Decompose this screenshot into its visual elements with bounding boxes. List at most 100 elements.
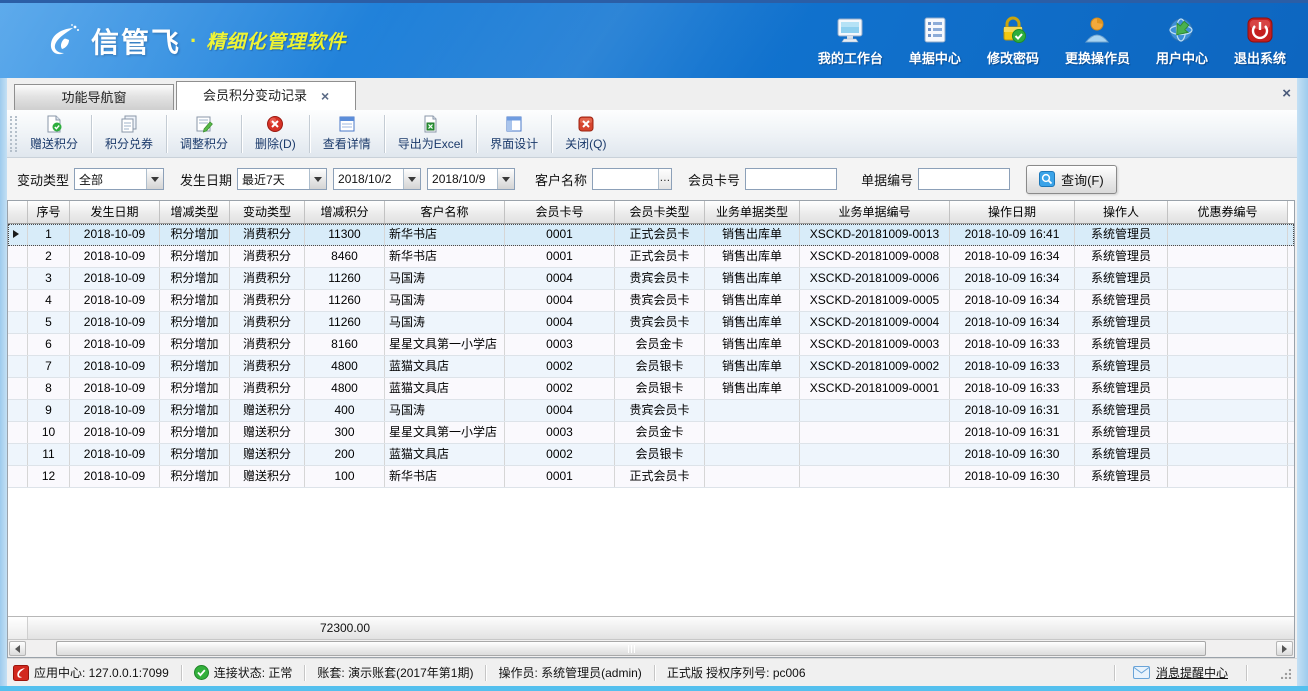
table-cell[interactable]: 消费积分 [230,312,305,333]
table-cell[interactable]: 2018-10-09 [70,268,160,289]
table-cell[interactable]: 2018-10-09 [70,400,160,421]
table-cell[interactable]: 系统管理员 [1075,400,1168,421]
table-cell[interactable]: 积分增加 [160,246,230,267]
date-to-select[interactable]: 2018/10/9 [427,168,515,190]
table-cell[interactable] [1168,224,1288,245]
table-cell[interactable]: 11260 [305,268,385,289]
table-cell[interactable]: XSCKD-20181009-0008 [800,246,950,267]
table-cell[interactable]: 0003 [505,422,615,443]
table-cell[interactable]: 系统管理员 [1075,466,1168,487]
table-cell[interactable]: 系统管理员 [1075,290,1168,311]
table-row[interactable]: 122018-10-09积分增加赠送积分100新华书店0001正式会员卡2018… [8,466,1294,488]
table-cell[interactable]: 会员银卡 [615,356,705,377]
points-voucher-button[interactable]: 积分兑券 [92,112,166,156]
table-cell[interactable]: 销售出库单 [705,246,800,267]
table-cell[interactable]: 0002 [505,444,615,465]
message-center-link[interactable]: 消息提醒中心 [1156,664,1228,681]
row-selector-cell[interactable] [8,312,28,333]
table-cell[interactable]: 消费积分 [230,246,305,267]
table-cell[interactable]: 系统管理员 [1075,312,1168,333]
column-header[interactable]: 操作人 [1075,201,1168,223]
table-cell[interactable]: 2 [28,246,70,267]
view-details-button[interactable]: 查看详情 [310,112,384,156]
scroll-left-arrow-icon[interactable] [9,641,26,656]
table-cell[interactable]: 2018-10-09 [70,422,160,443]
table-cell[interactable]: XSCKD-20181009-0005 [800,290,950,311]
table-cell[interactable]: 2018-10-09 [70,224,160,245]
table-cell[interactable]: 系统管理员 [1075,246,1168,267]
table-row[interactable]: 12018-10-09积分增加消费积分11300新华书店0001正式会员卡销售出… [8,224,1294,246]
table-cell[interactable]: 5 [28,312,70,333]
table-cell[interactable]: 积分增加 [160,224,230,245]
ui-design-button[interactable]: 界面设计 [477,112,551,156]
table-cell[interactable]: 马国涛 [385,290,505,311]
table-cell[interactable]: 2018-10-09 16:31 [950,422,1075,443]
row-selector-cell[interactable] [8,400,28,421]
table-cell[interactable] [800,400,950,421]
table-cell[interactable]: 8160 [305,334,385,355]
table-cell[interactable] [800,466,950,487]
table-cell[interactable] [1168,400,1288,421]
row-selector-cell[interactable] [8,422,28,443]
column-header[interactable]: 变动类型 [230,201,305,223]
table-cell[interactable] [1168,378,1288,399]
table-cell[interactable]: XSCKD-20181009-0002 [800,356,950,377]
row-selector-cell[interactable] [8,268,28,289]
card-no-input[interactable] [746,170,836,188]
table-cell[interactable]: 12 [28,466,70,487]
table-cell[interactable]: 系统管理员 [1075,444,1168,465]
table-row[interactable]: 72018-10-09积分增加消费积分4800蓝猫文具店0002会员银卡销售出库… [8,356,1294,378]
table-cell[interactable]: 2018-10-09 16:30 [950,444,1075,465]
change-type-select[interactable]: 全部 [74,168,164,190]
resize-grip-icon[interactable] [1279,667,1291,679]
tabstrip-close-icon[interactable]: × [1282,85,1291,102]
table-cell[interactable]: 2018-10-09 16:34 [950,246,1075,267]
chevron-down-icon[interactable] [497,169,514,189]
table-cell[interactable]: 销售出库单 [705,312,800,333]
table-cell[interactable]: 正式会员卡 [615,224,705,245]
table-cell[interactable]: 积分增加 [160,400,230,421]
table-cell[interactable]: 2018-10-09 [70,444,160,465]
table-cell[interactable]: 消费积分 [230,334,305,355]
table-cell[interactable]: 积分增加 [160,312,230,333]
chevron-down-icon[interactable] [146,169,163,189]
chevron-down-icon[interactable] [309,169,326,189]
customer-browse-button[interactable]: … [658,169,671,189]
column-header[interactable]: 会员卡号 [505,201,615,223]
table-cell[interactable]: 系统管理员 [1075,378,1168,399]
tab-member-points-record[interactable]: 会员积分变动记录 × [176,81,356,110]
table-row[interactable]: 112018-10-09积分增加赠送积分200蓝猫文具店0002会员银卡2018… [8,444,1294,466]
table-cell[interactable]: 0004 [505,400,615,421]
table-cell[interactable]: 11260 [305,290,385,311]
table-cell[interactable]: 11300 [305,224,385,245]
table-cell[interactable]: 2018-10-09 [70,334,160,355]
query-button[interactable]: 查询(F) [1026,165,1117,194]
table-cell[interactable]: 销售出库单 [705,334,800,355]
table-cell[interactable]: 1 [28,224,70,245]
table-cell[interactable]: 2018-10-09 16:41 [950,224,1075,245]
table-cell[interactable] [705,444,800,465]
row-selector-cell[interactable] [8,444,28,465]
column-header[interactable]: 增减类型 [160,201,230,223]
table-cell[interactable]: 10 [28,422,70,443]
table-cell[interactable]: 消费积分 [230,378,305,399]
table-cell[interactable]: 0001 [505,246,615,267]
adjust-points-button[interactable]: 调整积分 [167,112,241,156]
table-cell[interactable] [800,422,950,443]
table-cell[interactable]: 200 [305,444,385,465]
row-selector-cell[interactable] [8,334,28,355]
table-cell[interactable]: 积分增加 [160,356,230,377]
table-cell[interactable]: 销售出库单 [705,224,800,245]
column-header[interactable]: 业务单据编号 [800,201,950,223]
table-cell[interactable]: 会员银卡 [615,444,705,465]
table-cell[interactable]: 2018-10-09 [70,378,160,399]
table-cell[interactable]: 消费积分 [230,224,305,245]
table-cell[interactable]: 星星文具第一小学店 [385,422,505,443]
table-cell[interactable]: 消费积分 [230,268,305,289]
table-cell[interactable]: 正式会员卡 [615,466,705,487]
table-cell[interactable] [1168,246,1288,267]
table-cell[interactable]: 贵宾会员卡 [615,268,705,289]
table-cell[interactable]: 2018-10-09 [70,466,160,487]
table-cell[interactable]: 赠送积分 [230,400,305,421]
table-cell[interactable]: 消费积分 [230,356,305,377]
